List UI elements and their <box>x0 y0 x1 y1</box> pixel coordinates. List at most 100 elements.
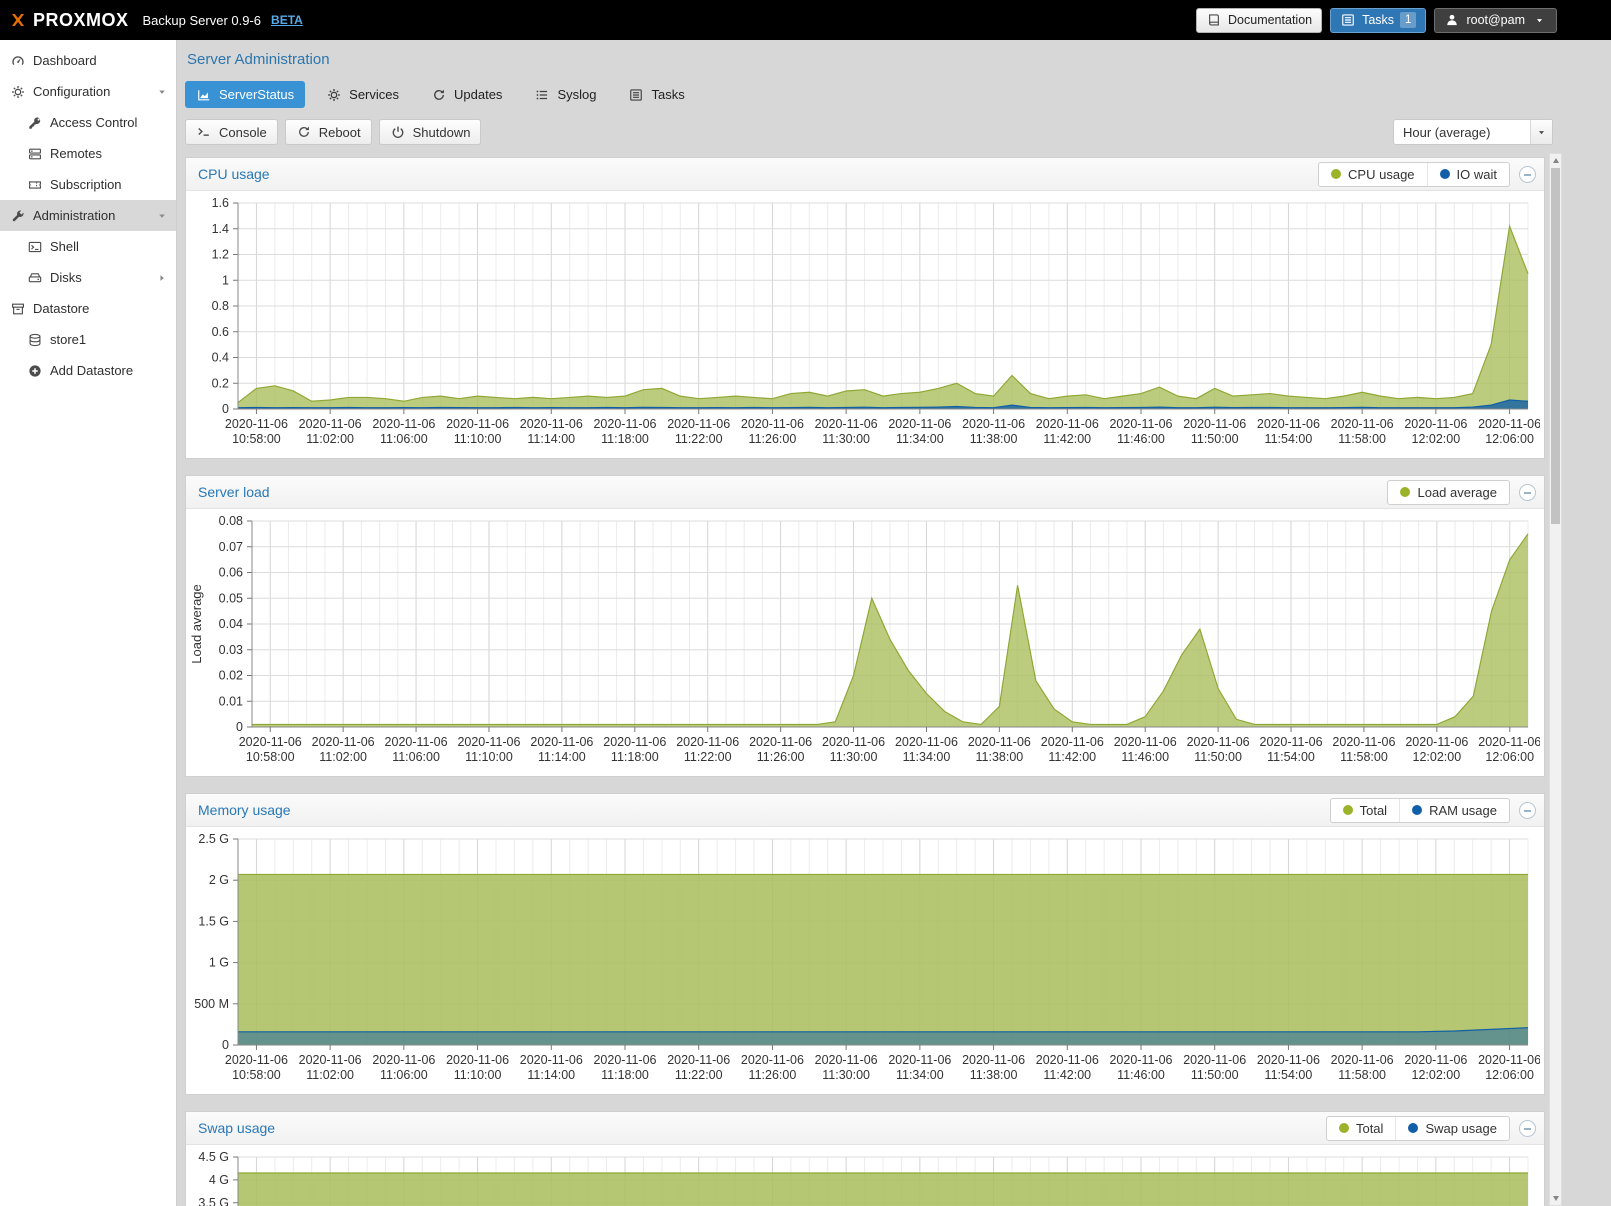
hdd-icon <box>27 271 43 285</box>
panel-title: Memory usage <box>198 802 291 818</box>
tab-serverstatus[interactable]: ServerStatus <box>185 81 305 108</box>
svg-text:2020-11-06: 2020-11-06 <box>1478 417 1540 431</box>
svg-text:2020-11-06: 2020-11-06 <box>741 417 804 431</box>
svg-text:2020-11-06: 2020-11-06 <box>1109 417 1172 431</box>
legend-item-load-average[interactable]: Load average <box>1388 481 1509 504</box>
tab-tasks[interactable]: Tasks <box>617 81 695 108</box>
collapse-panel-button[interactable] <box>1519 1120 1536 1137</box>
svg-text:11:22:00: 11:22:00 <box>684 750 732 764</box>
panel-title: Swap usage <box>198 1120 275 1136</box>
time-range-value: Hour (average) <box>1394 125 1530 140</box>
sidebar-item-disks[interactable]: Disks <box>0 262 176 293</box>
svg-text:2020-11-06: 2020-11-06 <box>603 735 666 749</box>
sidebar-item-remotes[interactable]: Remotes <box>0 138 176 169</box>
select-picker[interactable] <box>1530 120 1552 144</box>
sidebar-item-shell[interactable]: Shell <box>0 231 176 262</box>
collapse-panel-button[interactable] <box>1519 802 1536 819</box>
svg-text:11:34:00: 11:34:00 <box>896 1068 944 1082</box>
caret-down-icon <box>154 211 170 221</box>
svg-text:2020-11-06: 2020-11-06 <box>299 417 362 431</box>
svg-text:12:02:00: 12:02:00 <box>1412 1068 1461 1082</box>
sidebar-item-access-control[interactable]: Access Control <box>0 107 176 138</box>
svg-text:10:58:00: 10:58:00 <box>246 750 295 764</box>
beta-link[interactable]: BETA <box>271 13 303 27</box>
svg-text:11:38:00: 11:38:00 <box>970 432 1018 446</box>
caret-down-icon <box>154 87 170 97</box>
shutdown-button[interactable]: Shutdown <box>379 119 482 145</box>
svg-text:11:26:00: 11:26:00 <box>749 432 797 446</box>
username: root@pam <box>1466 13 1525 27</box>
panel-body: 00.20.40.60.811.21.41.62020-11-0610:58:0… <box>186 191 1544 458</box>
sidebar-item-configuration[interactable]: Configuration <box>0 76 176 107</box>
collapse-panel-button[interactable] <box>1519 166 1536 183</box>
legend-item-cpu-usage[interactable]: CPU usage <box>1319 163 1426 186</box>
panel-load: Server load Load average 00.010.020.030.04… <box>185 475 1545 777</box>
caret-down-icon <box>1531 16 1547 25</box>
sidebar-item-datastore[interactable]: Datastore <box>0 293 176 324</box>
caret-down-icon <box>1534 128 1550 137</box>
sidebar-item-administration[interactable]: Administration <box>0 200 176 231</box>
legend-label: Total <box>1356 1121 1383 1136</box>
scrollbar-down-button[interactable] <box>1550 1192 1561 1205</box>
svg-text:2020-11-06: 2020-11-06 <box>888 417 951 431</box>
panel-title: Server load <box>198 484 270 500</box>
svg-text:11:10:00: 11:10:00 <box>454 432 502 446</box>
legend-item-swap-usage[interactable]: Swap usage <box>1395 1117 1509 1140</box>
console-button[interactable]: Console <box>185 119 278 145</box>
reboot-icon <box>296 125 312 139</box>
svg-text:2020-11-06: 2020-11-06 <box>1331 417 1394 431</box>
legend-item-total[interactable]: Total <box>1331 799 1399 822</box>
scrollbar-up-button[interactable] <box>1550 154 1561 167</box>
svg-text:2020-11-06: 2020-11-06 <box>822 735 885 749</box>
scrollbar[interactable] <box>1549 153 1562 1206</box>
load-chart: 00.010.020.030.040.050.060.070.082020-11… <box>188 513 1540 771</box>
gear-icon <box>326 88 342 102</box>
svg-text:11:42:00: 11:42:00 <box>1043 432 1091 446</box>
svg-text:11:30:00: 11:30:00 <box>822 1068 870 1082</box>
user-menu-button[interactable]: root@pam <box>1434 8 1557 33</box>
svg-text:1.4: 1.4 <box>212 222 229 236</box>
book-icon <box>1206 13 1222 27</box>
svg-text:2020-11-06: 2020-11-06 <box>741 1053 804 1067</box>
sidebar-item-subscription[interactable]: Subscription <box>0 169 176 200</box>
legend-item-total[interactable]: Total <box>1327 1117 1395 1140</box>
tab-syslog[interactable]: Syslog <box>523 81 607 108</box>
sidebar-item-store1[interactable]: store1 <box>0 324 176 355</box>
console-icon <box>196 125 212 139</box>
svg-text:1: 1 <box>222 273 229 287</box>
svg-text:2020-11-06: 2020-11-06 <box>1478 1053 1540 1067</box>
legend: Load average <box>1387 480 1510 505</box>
proxmox-x-icon <box>10 9 26 31</box>
sidebar-item-dashboard[interactable]: Dashboard <box>0 45 176 76</box>
legend-item-io-wait[interactable]: IO wait <box>1427 163 1509 186</box>
svg-text:11:50:00: 11:50:00 <box>1191 1068 1239 1082</box>
plus-circle-icon <box>27 364 43 378</box>
sidebar-item-label: Add Datastore <box>50 363 133 378</box>
scrollbar-thumb[interactable] <box>1551 168 1560 524</box>
svg-text:11:38:00: 11:38:00 <box>976 750 1024 764</box>
svg-text:2020-11-06: 2020-11-06 <box>1183 417 1246 431</box>
toolbar: Console Reboot Shutdown Hour (average) <box>185 119 1553 145</box>
legend-item-ram-usage[interactable]: RAM usage <box>1399 799 1509 822</box>
svg-text:11:46:00: 11:46:00 <box>1121 750 1169 764</box>
svg-text:2020-11-06: 2020-11-06 <box>1257 417 1320 431</box>
svg-text:2020-11-06: 2020-11-06 <box>1109 1053 1172 1067</box>
svg-text:2020-11-06: 2020-11-06 <box>385 735 448 749</box>
tab-updates[interactable]: Updates <box>420 81 513 108</box>
svg-text:0.06: 0.06 <box>219 566 243 580</box>
tasks-button[interactable]: Tasks 1 <box>1330 8 1426 33</box>
sidebar-item-add-datastore[interactable]: Add Datastore <box>0 355 176 386</box>
sidebar-item-label: Subscription <box>50 177 122 192</box>
time-range-select[interactable]: Hour (average) <box>1393 119 1553 145</box>
tab-services[interactable]: Services <box>315 81 410 108</box>
svg-text:11:22:00: 11:22:00 <box>675 432 723 446</box>
terminal-icon <box>27 240 43 254</box>
reboot-button[interactable]: Reboot <box>285 119 372 145</box>
svg-text:11:58:00: 11:58:00 <box>1340 750 1388 764</box>
svg-text:11:22:00: 11:22:00 <box>675 1068 723 1082</box>
collapse-panel-button[interactable] <box>1519 484 1536 501</box>
svg-text:10:58:00: 10:58:00 <box>232 1068 281 1082</box>
sidebar-item-label: Datastore <box>33 301 89 316</box>
svg-text:12:06:00: 12:06:00 <box>1485 750 1534 764</box>
documentation-button[interactable]: Documentation <box>1196 8 1322 33</box>
